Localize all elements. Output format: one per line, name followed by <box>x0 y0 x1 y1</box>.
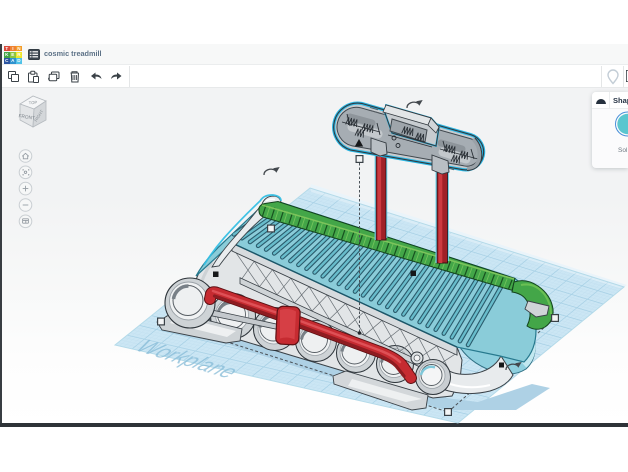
svg-text:TOP: TOP <box>29 100 38 105</box>
